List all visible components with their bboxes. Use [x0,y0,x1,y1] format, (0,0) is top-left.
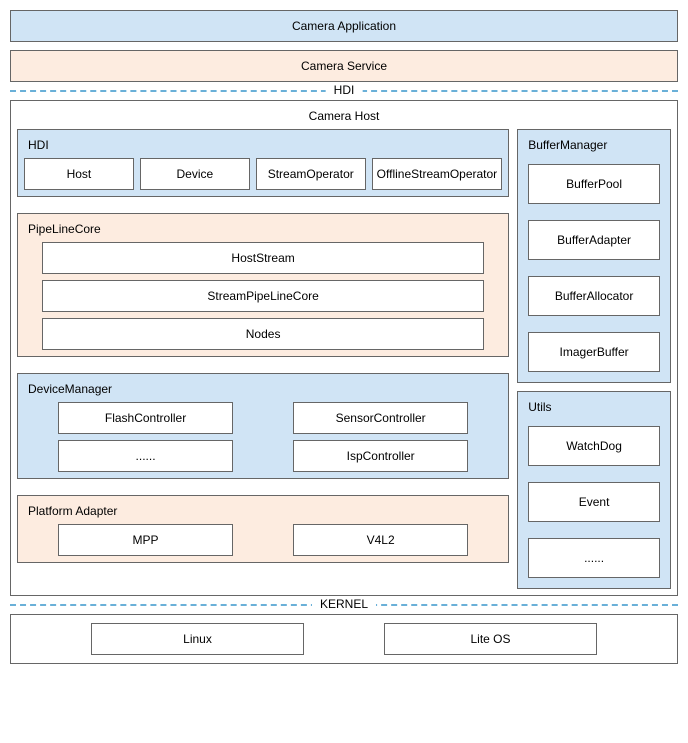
sensorcontroller-box: SensorController [293,402,468,434]
buffermanager-section: BufferManager BufferPool BufferAdapter B… [517,129,671,383]
camera-application-box: Camera Application [10,10,678,42]
hdi-section: HDI Host Device StreamOperator OfflineSt… [17,129,509,197]
watchdog-box: WatchDog [528,426,660,466]
ispcontroller-box: IspController [293,440,468,472]
liteos-box: Lite OS [384,623,597,655]
platformadapter-section-title: Platform Adapter [24,502,502,524]
hdi-device-box: Device [140,158,250,190]
buffermanager-section-title: BufferManager [524,136,664,158]
kernel-separator: KERNEL [10,604,678,606]
devicemanager-ellipsis-box: ...... [58,440,233,472]
linux-box: Linux [91,623,304,655]
bufferallocator-box: BufferAllocator [528,276,660,316]
pipeline-streampipelinecore-box: StreamPipeLineCore [42,280,484,312]
hdi-separator: HDI [10,90,678,92]
bufferadapter-box: BufferAdapter [528,220,660,260]
camera-host-title: Camera Host [17,107,671,129]
hdi-host-box: Host [24,158,134,190]
hdi-offlinestreamoperator-box: OfflineStreamOperator [372,158,503,190]
pipeline-hoststream-box: HostStream [42,242,484,274]
hdi-section-title: HDI [24,136,502,158]
devicemanager-section-title: DeviceManager [24,380,502,402]
flashcontroller-box: FlashController [58,402,233,434]
v4l2-box: V4L2 [293,524,468,556]
camera-host-container: Camera Host HDI Host Device StreamOperat… [10,100,678,596]
utils-section: Utils WatchDog Event ...... [517,391,671,589]
platformadapter-section: Platform Adapter MPP V4L2 [17,495,509,563]
pipeline-nodes-box: Nodes [42,318,484,350]
pipeline-section-title: PipeLineCore [24,220,502,242]
hdi-separator-label: HDI [326,83,363,97]
kernel-container: Linux Lite OS [10,614,678,664]
camera-service-box: Camera Service [10,50,678,82]
mpp-box: MPP [58,524,233,556]
devicemanager-section: DeviceManager FlashController SensorCont… [17,373,509,479]
bufferpool-box: BufferPool [528,164,660,204]
utils-ellipsis-box: ...... [528,538,660,578]
imagerbuffer-box: ImagerBuffer [528,332,660,372]
event-box: Event [528,482,660,522]
hdi-streamoperator-box: StreamOperator [256,158,366,190]
kernel-separator-label: KERNEL [312,597,376,611]
utils-section-title: Utils [524,398,664,420]
pipeline-section: PipeLineCore HostStream StreamPipeLineCo… [17,213,509,357]
